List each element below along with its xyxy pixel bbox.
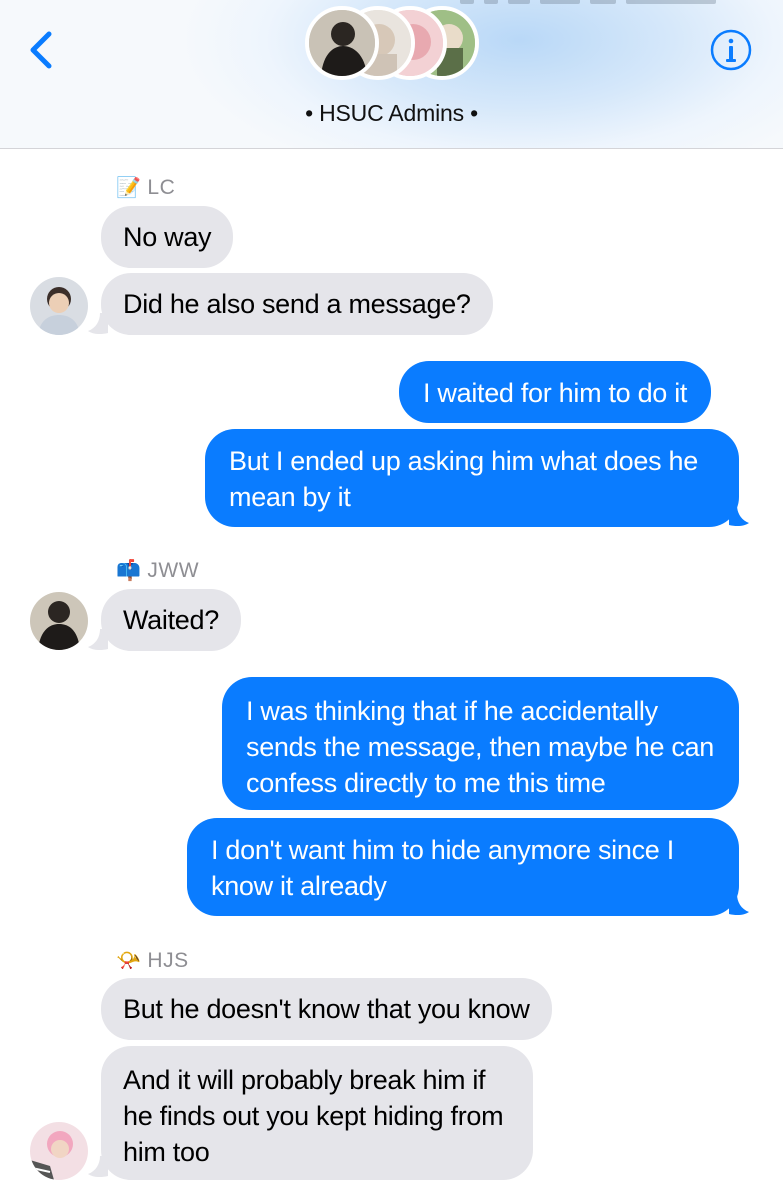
bubble-tail [88, 1156, 108, 1178]
sender-name: HJS [147, 948, 189, 972]
info-button[interactable] [709, 28, 753, 72]
bubble-tail [88, 313, 108, 335]
outgoing-message-bubble[interactable]: But I ended up asking him what does he m… [205, 429, 739, 527]
outgoing-message-bubble[interactable]: I was thinking that if he accidentally s… [222, 677, 739, 810]
status-bar [460, 0, 750, 6]
message-text: But he doesn't know that you know [123, 994, 530, 1024]
group-member-avatar-1 [305, 6, 379, 80]
incoming-message-bubble[interactable]: And it will probably break him if he fin… [101, 1046, 533, 1180]
back-button[interactable] [22, 26, 62, 74]
info-icon [710, 29, 752, 71]
chevron-left-icon [30, 31, 52, 69]
sender-avatar[interactable] [30, 592, 88, 650]
sender-label: 📝 LC [116, 175, 175, 200]
outgoing-message-bubble[interactable]: I waited for him to do it [399, 361, 712, 423]
mailbox-icon: 📫 [116, 560, 142, 582]
conversation-header: • HSUC Admins • [0, 0, 783, 149]
incoming-message-bubble[interactable]: But he doesn't know that you know [101, 978, 552, 1040]
sender-label: 📯 HJS [116, 948, 189, 973]
message-text: No way [123, 222, 212, 252]
sender-avatar[interactable] [30, 1122, 88, 1180]
message-text: But I ended up asking him what does he m… [229, 446, 698, 512]
message-text: I waited for him to do it [423, 378, 688, 408]
message-text: I was thinking that if he accidentally s… [246, 696, 715, 798]
sender-label: 📫 JWW [116, 558, 199, 583]
message-text: Did he also send a message? [123, 289, 471, 319]
incoming-message-bubble[interactable]: Did he also send a message? [101, 273, 493, 335]
message-text: I don't want him to hide anymore since I… [211, 835, 674, 901]
group-avatars[interactable] [305, 6, 485, 88]
sender-name: JWW [147, 558, 200, 582]
group-title[interactable]: • HSUC Admins • [0, 100, 783, 127]
bubble-tail [729, 894, 749, 916]
incoming-message-bubble[interactable]: No way [101, 206, 234, 268]
sender-name: LC [147, 175, 176, 199]
memo-icon: 📝 [116, 177, 142, 199]
outgoing-message-bubble[interactable]: I don't want him to hide anymore since I… [187, 818, 739, 916]
bubble-tail [729, 505, 749, 527]
postal-horn-icon: 📯 [116, 950, 142, 972]
message-text: And it will probably break him if he fin… [123, 1065, 504, 1167]
message-text: Waited? [123, 605, 219, 635]
bubble-tail [88, 629, 108, 651]
incoming-message-bubble[interactable]: Waited? [101, 589, 241, 651]
sender-avatar[interactable] [30, 277, 88, 335]
